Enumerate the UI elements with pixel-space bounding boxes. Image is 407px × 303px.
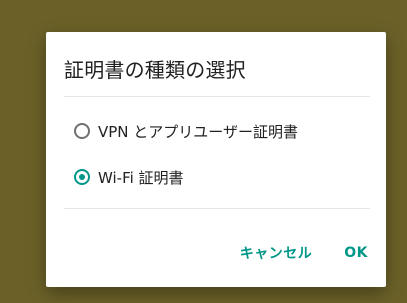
cancel-button[interactable]: キャンセル [240, 243, 313, 263]
option-wifi-certificate-label: Wi-Fi 証明書 [98, 168, 184, 187]
title-divider [64, 96, 370, 97]
dialog-actions: キャンセル OK [240, 243, 368, 263]
radio-checked-icon[interactable] [74, 169, 90, 185]
ok-button[interactable]: OK [344, 245, 368, 261]
certificate-type-dialog: 証明書の種類の選択 VPN とアプリユーザー証明書 Wi-Fi 証明書 キャンセ… [46, 32, 386, 287]
actions-divider [64, 208, 370, 209]
option-vpn-app-user-certificate-label: VPN とアプリユーザー証明書 [98, 122, 298, 141]
option-wifi-certificate[interactable]: Wi-Fi 証明書 [74, 162, 184, 192]
option-vpn-app-user-certificate[interactable]: VPN とアプリユーザー証明書 [74, 116, 298, 146]
radio-unchecked-icon[interactable] [74, 123, 90, 139]
dialog-title: 証明書の種類の選択 [64, 58, 246, 82]
